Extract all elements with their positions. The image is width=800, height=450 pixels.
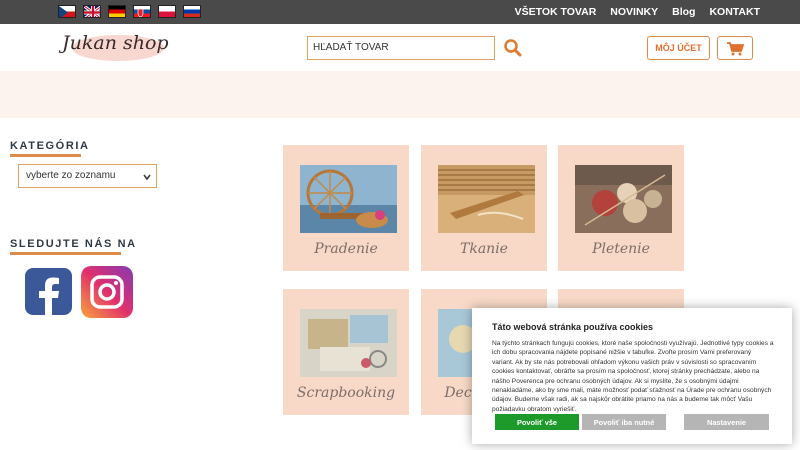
cookie-settings-button[interactable]: Nastavenie bbox=[684, 414, 769, 430]
category-card-knitting[interactable]: Pletenie bbox=[558, 145, 684, 271]
category-select[interactable]: vyberte zo zoznamu bbox=[18, 164, 157, 188]
flag-de-icon[interactable] bbox=[108, 5, 126, 18]
weaving-image bbox=[438, 165, 535, 233]
category-card-scrapbooking[interactable]: Scrapbooking bbox=[283, 289, 409, 415]
top-navigation: VŠETOK TOVAR NOVINKY Blog KONTAKT bbox=[515, 0, 760, 24]
category-title: KATEGÓRIA bbox=[10, 140, 90, 152]
category-card-weaving[interactable]: Tkanie bbox=[421, 145, 547, 271]
cookie-title: Táto webová stránka používa cookies bbox=[492, 322, 654, 332]
flag-uk-icon[interactable] bbox=[83, 5, 101, 18]
flag-pl-icon[interactable] bbox=[158, 5, 176, 18]
scrapbooking-image bbox=[300, 309, 397, 377]
facebook-icon[interactable] bbox=[25, 268, 72, 315]
site-header: Jukan shop HĽADAŤ TOVAR MÔJ ÚČET bbox=[0, 24, 800, 71]
nav-all-products[interactable]: VŠETOK TOVAR bbox=[515, 6, 597, 18]
knitting-image bbox=[575, 165, 672, 233]
cart-button[interactable] bbox=[717, 36, 753, 60]
category-card-spinning[interactable]: Pradenie bbox=[283, 145, 409, 271]
cookie-text: Na týchto stránkach fungujú cookies, kto… bbox=[492, 340, 774, 413]
allow-all-button[interactable]: Povoliť vše bbox=[495, 414, 579, 430]
category-select-value: vyberte zo zoznamu bbox=[26, 170, 116, 181]
card-label: Pradenie bbox=[314, 241, 378, 257]
search-input[interactable]: HĽADAŤ TOVAR bbox=[307, 36, 495, 60]
nav-news[interactable]: NOVINKY bbox=[610, 6, 658, 18]
flag-cz-icon[interactable] bbox=[58, 5, 76, 18]
flag-sk-icon[interactable] bbox=[133, 5, 151, 18]
flag-ru-icon[interactable] bbox=[183, 5, 201, 18]
card-label: Scrapbooking bbox=[296, 385, 396, 401]
logo-text: Jukan shop bbox=[62, 32, 169, 54]
account-button[interactable]: MÔJ ÚČET bbox=[647, 36, 710, 60]
category-underline bbox=[10, 154, 81, 157]
logo[interactable]: Jukan shop bbox=[58, 28, 169, 66]
spinning-wheel-image bbox=[300, 165, 397, 233]
chevron-down-icon bbox=[143, 174, 151, 181]
language-flags bbox=[58, 5, 201, 18]
follow-underline bbox=[10, 252, 121, 255]
allow-necessary-button[interactable]: Povoliť iba nutné bbox=[582, 414, 666, 430]
follow-title: SLEDUJTE NÁS NA bbox=[10, 238, 137, 250]
search-icon[interactable] bbox=[503, 38, 523, 58]
card-label: Pletenie bbox=[592, 241, 650, 257]
card-label: Tkanie bbox=[460, 241, 508, 257]
cookie-dialog: Táto webová stránka používa cookies Na t… bbox=[472, 308, 792, 444]
cart-icon bbox=[727, 41, 744, 55]
top-bar: VŠETOK TOVAR NOVINKY Blog KONTAKT bbox=[0, 0, 800, 24]
nav-contact[interactable]: KONTAKT bbox=[709, 6, 760, 18]
nav-blog[interactable]: Blog bbox=[672, 6, 695, 18]
banner-strip bbox=[0, 71, 800, 118]
instagram-icon[interactable] bbox=[81, 266, 133, 318]
